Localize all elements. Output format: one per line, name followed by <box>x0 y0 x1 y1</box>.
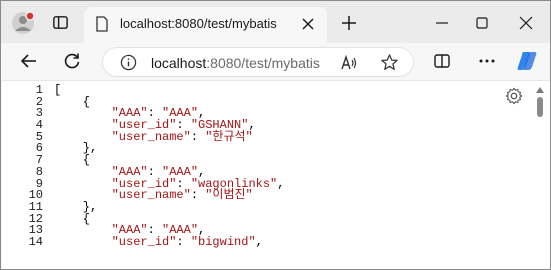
json-string: "user_name" <box>111 188 191 203</box>
url-host: localhost <box>151 55 207 71</box>
scroll-thumb[interactable] <box>537 97 543 117</box>
json-punctuation: , <box>255 234 263 249</box>
json-punctuation: : <box>190 129 206 144</box>
page-icon <box>96 16 108 32</box>
close-icon[interactable] <box>301 17 315 31</box>
browser-window: localhost:8080/test/mybatis localhost:80… <box>0 0 551 270</box>
gear-icon[interactable] <box>505 87 523 105</box>
json-string: "bigwind" <box>190 234 256 249</box>
toolbar: localhost:8080/test/mybatis <box>1 43 550 80</box>
address-bar[interactable]: localhost:8080/test/mybatis <box>102 47 414 77</box>
json-punctuation: : <box>176 234 191 249</box>
page-content: 1[2 {3 "AAA": "AAA", 4 "user_id": "GSHANN… <box>2 80 550 269</box>
code-line: 14 "user_id": "bigwind", <box>2 234 522 249</box>
json-punctuation <box>54 235 112 249</box>
json-string: "이범진" <box>205 188 253 203</box>
plus-icon[interactable] <box>340 14 358 32</box>
json-string: "user_id" <box>111 234 177 249</box>
url-path: :8080/test/mybatis <box>206 55 320 71</box>
tab-strip: localhost:8080/test/mybatis <box>1 1 550 43</box>
read-aloud-icon[interactable] <box>340 54 358 72</box>
json-string: "한규석" <box>205 129 253 144</box>
more-icon[interactable] <box>477 52 497 70</box>
close-icon[interactable] <box>517 14 535 32</box>
split-screen-icon[interactable] <box>433 52 451 70</box>
reload-icon[interactable] <box>62 51 82 71</box>
code-text: "user_id": "bigwind", <box>54 234 263 249</box>
scrollbar[interactable] <box>535 87 545 269</box>
json-punctuation: , <box>277 176 285 191</box>
tab-title: localhost:8080/test/mybatis <box>120 16 277 31</box>
line-number: 14 <box>28 234 43 249</box>
arrow-left-icon[interactable] <box>19 51 39 71</box>
json-punctuation: : <box>190 188 206 203</box>
url-text[interactable]: localhost:8080/test/mybatis <box>151 55 320 71</box>
maximize-icon[interactable] <box>473 14 491 32</box>
info-icon[interactable] <box>120 54 137 71</box>
star-icon[interactable] <box>380 53 399 72</box>
json-viewer: 1[2 {3 "AAA": "AAA", 4 "user_id": "GSHANN… <box>2 84 522 249</box>
minimize-icon[interactable] <box>433 14 451 32</box>
active-tab[interactable]: localhost:8080/test/mybatis <box>84 7 327 43</box>
profile-avatar-icon[interactable] <box>11 11 35 35</box>
copilot-icon[interactable] <box>516 50 538 72</box>
tab-actions-icon[interactable] <box>52 14 69 31</box>
json-string: "user_name" <box>111 129 191 144</box>
scroll-up-arrow[interactable] <box>536 87 544 93</box>
